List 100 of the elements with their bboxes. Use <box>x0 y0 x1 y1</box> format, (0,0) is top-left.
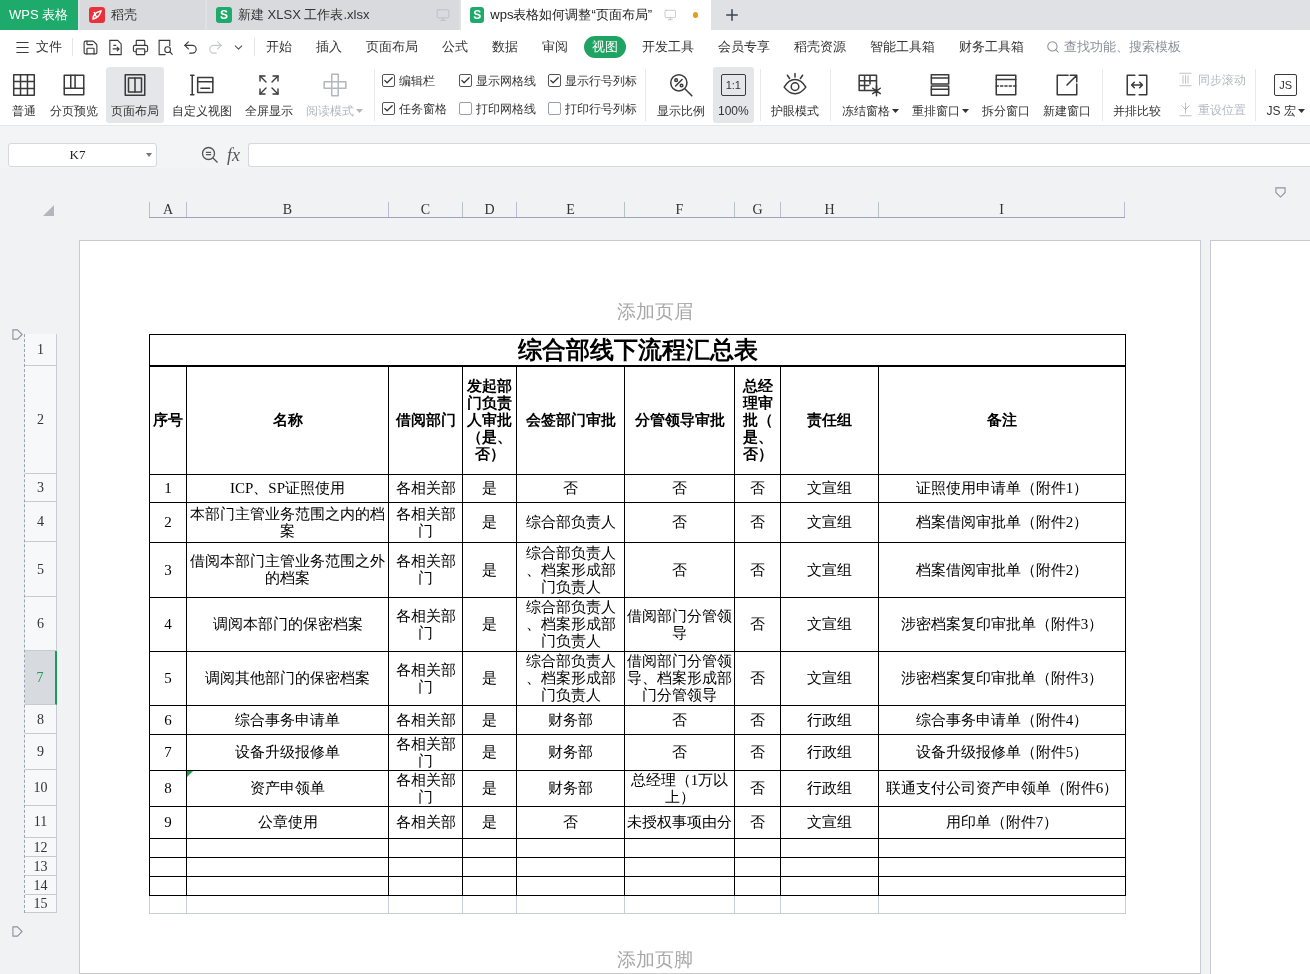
table-cell <box>463 877 517 896</box>
menu-tab[interactable]: 页面布局 <box>358 36 426 58</box>
table-cell: 公章使用 <box>187 807 389 839</box>
margin-marker-icon[interactable] <box>12 926 23 937</box>
table-cell: 文宣组 <box>781 475 879 503</box>
column-header[interactable]: D <box>462 202 516 217</box>
ribbon-button[interactable]: 冻结窗格 <box>836 66 904 123</box>
table-cell: 涉密档案复印审批单（附件3） <box>879 598 1126 652</box>
menu-tab[interactable]: 审阅 <box>534 36 576 58</box>
save-icon[interactable] <box>82 38 99 56</box>
table-cell: 调阅本部门的保密档案 <box>187 598 389 652</box>
zoom-icon[interactable] <box>201 146 219 164</box>
undo-icon[interactable] <box>182 38 199 56</box>
menu-tab[interactable]: 数据 <box>484 36 526 58</box>
reset-position-icon <box>1178 102 1194 117</box>
checkbox[interactable] <box>548 102 562 115</box>
column-header[interactable]: A <box>149 202 186 217</box>
file-menu[interactable]: 文件 <box>14 37 62 57</box>
checkbox[interactable] <box>382 102 396 115</box>
ribbon-button[interactable]: 并排比较 <box>1108 66 1167 123</box>
table-cell: 否 <box>735 598 781 652</box>
checkbox-label[interactable]: 打印网格线 <box>476 99 537 118</box>
ribbon-button[interactable]: 页面布局 <box>106 66 164 123</box>
table-cell: 7 <box>150 735 187 771</box>
ribbon-button[interactable]: 护眼模式 <box>766 66 825 123</box>
column-heading: 备注 <box>879 367 1126 475</box>
row-header[interactable]: 15 <box>25 895 57 913</box>
table-cell: 各相关部 <box>389 807 463 839</box>
table-cell: 否 <box>735 735 781 771</box>
margin-marker-icon[interactable] <box>12 329 23 340</box>
table-cell: 各相关部门 <box>389 598 463 652</box>
export-icon[interactable] <box>107 38 124 56</box>
checkbox-label[interactable]: 任务窗格 <box>399 99 448 118</box>
column-header[interactable]: C <box>388 202 462 217</box>
table-cell: 是 <box>463 652 517 706</box>
menu-tab[interactable]: 会员专享 <box>710 36 778 58</box>
insert-function-button[interactable]: fx <box>227 145 240 165</box>
zoom-percent-icon <box>667 71 694 98</box>
menu-tab[interactable]: 稻壳资源 <box>786 36 854 58</box>
row-header[interactable]: 6 <box>25 597 57 651</box>
column-header[interactable]: I <box>878 202 1125 217</box>
column-header[interactable]: F <box>624 202 734 217</box>
ribbon-button[interactable]: 分页预览 <box>45 66 103 123</box>
formula-input[interactable] <box>248 143 1310 167</box>
row-header[interactable]: 11 <box>25 806 57 838</box>
column-header[interactable]: B <box>186 202 388 217</box>
column-heading: 总经理审批（是、否） <box>735 367 781 475</box>
checkbox[interactable] <box>382 74 396 87</box>
row-header[interactable]: 1 <box>25 334 57 366</box>
row-header[interactable]: 14 <box>25 876 57 895</box>
window-tab[interactable]: S wps表格如何调整“页面布局” <box>461 0 711 30</box>
checkbox-label[interactable]: 编辑栏 <box>399 71 436 90</box>
row-header[interactable]: 2 <box>25 366 57 474</box>
row-header[interactable]: 13 <box>25 857 57 876</box>
row-header[interactable]: 5 <box>25 542 57 597</box>
menu-tab[interactable]: 开发工具 <box>634 36 702 58</box>
menu-tab[interactable]: 智能工具箱 <box>862 36 943 58</box>
window-tab[interactable]: S 新建 XLSX 工作表.xlsx <box>207 0 459 30</box>
ribbon-button[interactable]: 自定义视图 <box>167 66 237 123</box>
table-cell: 总经理（1万以上） <box>625 771 735 807</box>
window-tab[interactable]: 稻壳 <box>80 0 205 30</box>
checkbox-label[interactable]: 打印行号列标 <box>565 99 638 118</box>
checkbox[interactable] <box>548 74 562 87</box>
print-preview-icon[interactable] <box>157 38 174 56</box>
column-header[interactable]: G <box>734 202 780 217</box>
column-header[interactable]: H <box>780 202 878 217</box>
row-header[interactable]: 8 <box>25 705 57 734</box>
row-header[interactable]: 9 <box>25 734 57 770</box>
menu-tab[interactable]: 公式 <box>434 36 476 58</box>
leaf-logo-icon <box>89 7 105 23</box>
ribbon-button[interactable]: 显示比例 <box>651 66 710 123</box>
table-cell: 未授权事项由分 <box>625 807 735 839</box>
ribbon-button[interactable]: 1:1 100% <box>712 66 754 123</box>
new-tab-icon[interactable] <box>723 6 741 24</box>
row-header[interactable]: 4 <box>25 502 57 542</box>
name-box[interactable]: K7 <box>8 143 157 167</box>
checkbox[interactable] <box>459 102 473 115</box>
checkbox-label[interactable]: 显示网格线 <box>476 71 537 90</box>
ribbon-button[interactable]: 重排窗口 <box>906 66 974 123</box>
row-header[interactable]: 12 <box>25 838 57 857</box>
check-icon <box>383 103 395 114</box>
column-header[interactable]: E <box>516 202 624 217</box>
column-heading: 发起部门负责人审批（是、否） <box>463 367 517 475</box>
margin-marker-icon[interactable] <box>1275 187 1286 198</box>
checkbox-label[interactable]: 显示行号列标 <box>565 71 638 90</box>
ribbon-button[interactable]: 拆分窗口 <box>976 66 1035 123</box>
ribbon-button[interactable]: 新建窗口 <box>1037 66 1096 123</box>
ribbon-button[interactable]: JS JS 宏 <box>1261 66 1310 123</box>
table-cell: 是 <box>463 735 517 771</box>
ribbon-button[interactable]: 全屏显示 <box>240 66 298 123</box>
menu-tab[interactable]: 插入 <box>308 36 350 58</box>
print-icon[interactable] <box>132 38 149 56</box>
expand-icon <box>257 72 281 97</box>
row-header[interactable]: 3 <box>25 474 57 502</box>
row-header[interactable]: 10 <box>25 770 57 806</box>
custom-view-icon <box>189 71 215 98</box>
menu-tab[interactable]: 财务工具箱 <box>951 36 1032 58</box>
checkbox[interactable] <box>459 74 473 87</box>
ribbon-button[interactable]: 普通 <box>6 66 42 123</box>
menu-tab[interactable]: 开始 <box>258 36 300 58</box>
